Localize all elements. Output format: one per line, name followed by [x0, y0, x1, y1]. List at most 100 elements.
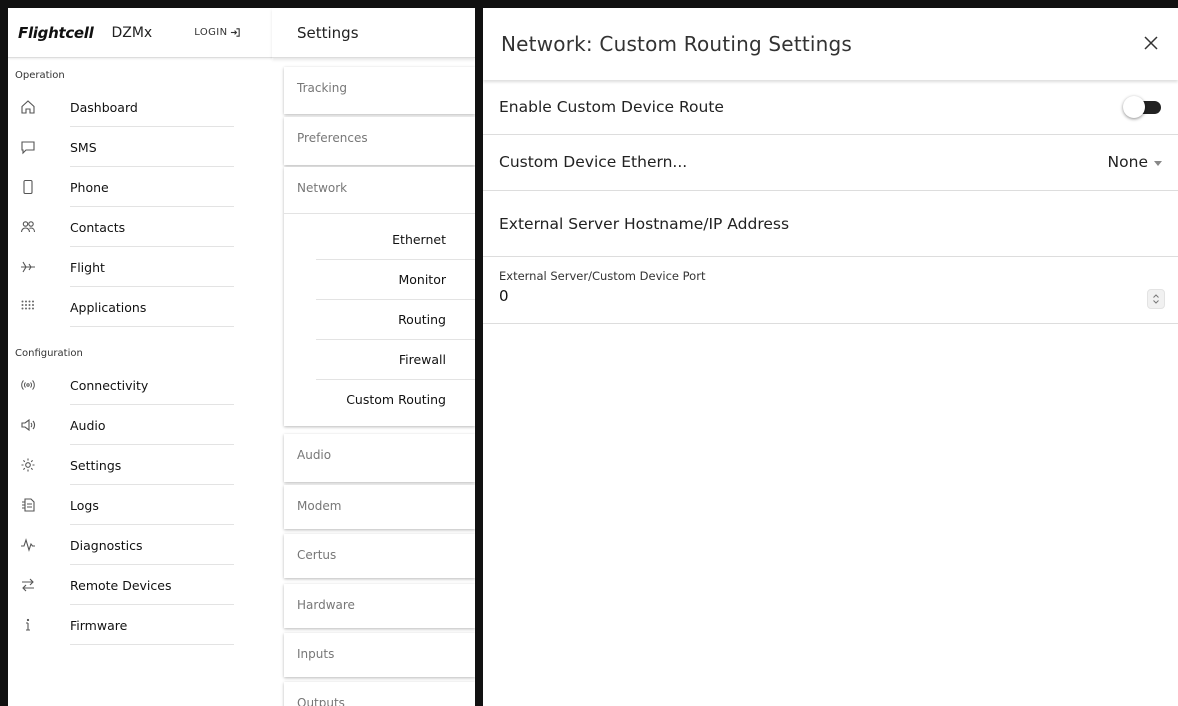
settings-card-label: Tracking	[297, 81, 347, 95]
ethernet-row: Custom Device Ethern... None	[483, 135, 1178, 191]
enable-route-row: Enable Custom Device Route	[483, 80, 1178, 135]
login-button[interactable]: LOGIN	[194, 27, 241, 38]
nav-header: Flightcell DZMx LOGIN	[8, 8, 272, 58]
network-sub-firewall[interactable]: Firewall	[284, 340, 475, 380]
settings-card-label: Modem	[297, 499, 342, 513]
settings-menu: Settings Tracking Preferences Network Et…	[272, 0, 475, 706]
nav-item-firmware[interactable]: Firmware	[8, 605, 272, 645]
custom-routing-dialog: Network: Custom Routing Settings Enable …	[483, 0, 1178, 706]
hostname-row[interactable]: External Server Hostname/IP Address	[483, 191, 1178, 257]
settings-card-inputs[interactable]: Inputs	[284, 633, 475, 677]
settings-card-label: Network	[297, 181, 348, 195]
nav-item-dashboard[interactable]: Dashboard	[8, 87, 272, 127]
nav-item-applications[interactable]: Applications	[8, 287, 272, 327]
dialog-header: Network: Custom Routing Settings	[483, 8, 1178, 80]
port-input[interactable]	[499, 287, 1099, 305]
nav-item-sms[interactable]: SMS	[8, 127, 272, 167]
apps-grid-icon	[19, 298, 37, 316]
logs-icon	[19, 496, 37, 514]
nav-item-label: Firmware	[70, 617, 128, 633]
network-sub-label: Monitor	[398, 272, 446, 287]
nav-item-phone[interactable]: Phone	[8, 167, 272, 207]
network-sub-routing[interactable]: Routing	[284, 300, 475, 340]
device-name: DZMx	[111, 24, 153, 41]
chevron-down-icon	[1154, 160, 1162, 166]
settings-card-label: Certus	[297, 548, 337, 562]
nav-item-remote-devices[interactable]: Remote Devices	[8, 565, 272, 605]
nav-item-label: Dashboard	[70, 99, 138, 115]
nav-item-connectivity[interactable]: Connectivity	[8, 365, 272, 405]
nav-item-flight[interactable]: Flight	[8, 247, 272, 287]
dialog-title: Network: Custom Routing Settings	[501, 32, 853, 56]
network-sub-monitor[interactable]: Monitor	[284, 260, 475, 300]
network-sub-custom-routing[interactable]: Custom Routing	[284, 380, 462, 420]
network-sub-label: Ethernet	[392, 232, 446, 247]
settings-card-hardware[interactable]: Hardware	[284, 584, 475, 628]
home-icon	[19, 98, 37, 116]
settings-card-preferences[interactable]: Preferences	[284, 117, 475, 165]
nav-item-label: Remote Devices	[70, 577, 172, 593]
settings-card-label: Hardware	[297, 598, 355, 612]
gear-icon	[19, 456, 37, 474]
pulse-icon	[19, 536, 37, 554]
nav-item-audio[interactable]: Audio	[8, 405, 272, 445]
main-navigation: Flightcell DZMx LOGIN Operation Dashboar…	[0, 0, 272, 706]
nav-item-label: Phone	[70, 179, 109, 195]
nav-item-contacts[interactable]: Contacts	[8, 207, 272, 247]
nav-item-label: Audio	[70, 417, 106, 433]
network-sub-label: Firewall	[398, 352, 446, 367]
nav-item-label: Diagnostics	[70, 537, 143, 553]
settings-card-label: Outputs	[297, 696, 345, 706]
port-stepper[interactable]	[1147, 289, 1165, 309]
settings-card-label: Inputs	[297, 647, 335, 661]
settings-title: Settings	[272, 8, 475, 58]
network-sub-ethernet[interactable]: Ethernet	[284, 220, 475, 260]
settings-card-label: Audio	[297, 448, 332, 462]
settings-card-modem[interactable]: Modem	[284, 485, 475, 529]
ethernet-label: Custom Device Ethern...	[499, 153, 688, 171]
settings-card-audio[interactable]: Audio	[284, 434, 475, 482]
speaker-icon	[19, 416, 37, 434]
nav-item-label: Logs	[70, 497, 99, 513]
settings-card-label: Preferences	[297, 131, 368, 145]
nav-item-label: Contacts	[70, 219, 126, 235]
settings-card-tracking[interactable]: Tracking	[284, 67, 475, 114]
nav-item-settings[interactable]: Settings	[8, 445, 272, 485]
swap-arrows-icon	[19, 576, 37, 594]
divider	[284, 213, 475, 214]
settings-card-network[interactable]: Network Ethernet Monitor Routing Firewal…	[284, 167, 475, 426]
close-button[interactable]	[1140, 32, 1162, 54]
network-sub-label: Custom Routing	[346, 392, 446, 407]
port-label: External Server/Custom Device Port	[499, 269, 706, 283]
hostname-label: External Server Hostname/IP Address	[499, 215, 790, 233]
toggle-thumb	[1123, 96, 1145, 118]
info-icon	[19, 616, 37, 634]
wireless-icon	[19, 376, 37, 394]
plane-icon	[19, 258, 37, 276]
message-icon	[19, 138, 37, 156]
login-label: LOGIN	[194, 27, 228, 38]
ethernet-select-value: None	[1107, 153, 1148, 171]
settings-card-outputs[interactable]: Outputs	[284, 682, 475, 706]
phone-icon	[19, 178, 37, 196]
ethernet-select[interactable]: None	[1108, 153, 1162, 171]
settings-card-certus[interactable]: Certus	[284, 534, 475, 578]
close-icon	[1144, 36, 1158, 50]
stepper-arrows-icon	[1153, 294, 1159, 304]
port-row: External Server/Custom Device Port	[483, 257, 1178, 324]
enable-route-toggle[interactable]	[1123, 96, 1161, 118]
nav-item-label: SMS	[70, 139, 97, 155]
section-operation: Operation	[15, 69, 65, 81]
nav-item-diagnostics[interactable]: Diagnostics	[8, 525, 272, 565]
nav-item-label: Applications	[70, 299, 147, 315]
brand-logo[interactable]: Flightcell	[18, 24, 94, 42]
contacts-icon	[19, 218, 37, 236]
enable-route-label: Enable Custom Device Route	[499, 98, 724, 116]
nav-item-label: Settings	[70, 457, 122, 473]
network-sub-label: Routing	[398, 312, 446, 327]
section-configuration: Configuration	[15, 347, 83, 359]
login-icon	[231, 28, 241, 37]
nav-item-label: Flight	[70, 259, 105, 275]
nav-item-label: Connectivity	[70, 377, 149, 393]
nav-item-logs[interactable]: Logs	[8, 485, 272, 525]
